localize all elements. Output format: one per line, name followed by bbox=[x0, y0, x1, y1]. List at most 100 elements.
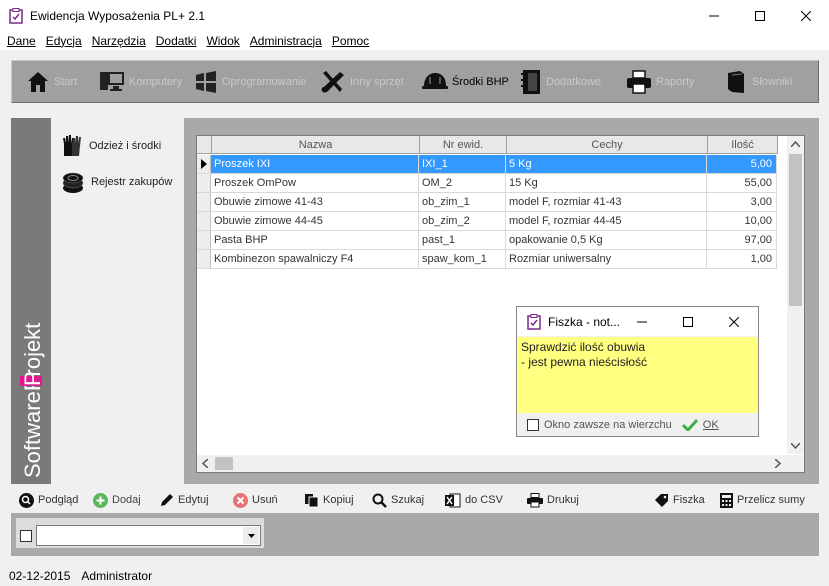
cell-ilosc[interactable]: 10,00 bbox=[707, 212, 777, 230]
menu-pomoc[interactable]: Pomoc bbox=[327, 34, 374, 48]
scroll-left-icon[interactable] bbox=[202, 459, 208, 468]
cell-nazwa[interactable]: Obuwie zimowe 44-45 bbox=[211, 212, 419, 230]
note-label: Fiszka bbox=[673, 494, 705, 506]
vertical-scroll-thumb[interactable] bbox=[789, 154, 802, 306]
toolbar-raporty-button[interactable]: Raporty bbox=[626, 61, 695, 102]
cell-nr-ewid[interactable]: ob_zim_1 bbox=[419, 193, 506, 211]
cell-ilosc[interactable]: 97,00 bbox=[707, 231, 777, 249]
menu-widok[interactable]: Widok bbox=[201, 34, 244, 48]
cell-ilosc[interactable]: 5,00 bbox=[707, 155, 777, 173]
minimize-button[interactable] bbox=[691, 0, 737, 31]
combo-dropdown-button[interactable] bbox=[243, 527, 259, 544]
scroll-up-icon[interactable] bbox=[791, 141, 800, 147]
toolbar-slowniki-label: Słowniki bbox=[752, 75, 793, 88]
filter-checkbox[interactable] bbox=[20, 530, 32, 542]
notebook-icon bbox=[521, 69, 540, 94]
filter-combo[interactable] bbox=[36, 525, 261, 546]
menu-administracja[interactable]: Administracja bbox=[245, 34, 327, 48]
menu-edycja[interactable]: Edycja bbox=[41, 34, 87, 48]
menu-narzedzia[interactable]: Narzędzia bbox=[87, 34, 151, 48]
cell-nr-ewid[interactable]: OM_2 bbox=[419, 174, 506, 192]
table-row[interactable]: Obuwie zimowe 41-43 ob_zim_1 model F, ro… bbox=[197, 193, 777, 212]
cell-cechy[interactable]: model F, rozmiar 44-45 bbox=[506, 212, 707, 230]
column-header-nr-ewid[interactable]: Nr ewid. bbox=[420, 136, 507, 154]
row-indicator bbox=[197, 231, 211, 249]
note-maximize-button[interactable] bbox=[665, 307, 711, 336]
column-header-ilosc[interactable]: Ilość bbox=[708, 136, 778, 154]
print-button[interactable]: Drukuj bbox=[527, 492, 579, 508]
note-close-button[interactable] bbox=[711, 307, 757, 336]
cell-nazwa[interactable]: Proszek OmPow bbox=[211, 174, 419, 192]
close-button[interactable] bbox=[783, 0, 829, 31]
cell-nazwa[interactable]: Proszek IXI bbox=[211, 155, 419, 173]
bottom-toolbar: Podgląd Dodaj Edytuj Usuń Kopiuj Szukaj … bbox=[11, 487, 819, 513]
horizontal-scroll-thumb[interactable] bbox=[215, 457, 233, 470]
preview-button[interactable]: Podgląd bbox=[19, 492, 78, 508]
search-label: Szukaj bbox=[391, 494, 425, 506]
triangle-right-icon bbox=[200, 159, 207, 169]
cell-nr-ewid[interactable]: spaw_kom_1 bbox=[419, 250, 506, 268]
nav-rejestr-zakupow[interactable]: Rejestr zakupów bbox=[61, 170, 172, 194]
menu-dane[interactable]: Dane bbox=[2, 34, 41, 48]
add-label: Dodaj bbox=[112, 494, 141, 506]
filter-inner bbox=[16, 518, 264, 548]
delete-button[interactable]: Usuń bbox=[233, 492, 278, 508]
note-title-bar: Fiszka - not... bbox=[517, 307, 758, 336]
table-row[interactable]: Proszek IXI IXI_1 5 Kg 5,00 bbox=[197, 155, 777, 174]
note-text-area[interactable]: Sprawdzić ilość obuwia - jest pewna nieś… bbox=[518, 337, 758, 413]
column-header-nazwa[interactable]: Nazwa bbox=[212, 136, 420, 154]
nav-odziez-srodki[interactable]: Odzież i środki bbox=[61, 134, 161, 158]
cell-ilosc[interactable]: 55,00 bbox=[707, 174, 777, 192]
note-ok-button[interactable]: OK bbox=[703, 419, 719, 431]
toolbar-dodatkowe-button[interactable]: Dodatkowe bbox=[520, 61, 601, 102]
toolbar-oprogramowanie-button[interactable]: Oprogramowanie bbox=[194, 61, 306, 102]
horizontal-scrollbar[interactable] bbox=[197, 455, 787, 472]
toolbar-slowniki-button[interactable]: Słowniki bbox=[724, 61, 792, 102]
menu-bar: Dane Edycja Narzędzia Dodatki Widok Admi… bbox=[0, 31, 829, 51]
cell-nazwa[interactable]: Obuwie zimowe 41-43 bbox=[211, 193, 419, 211]
pencil-icon bbox=[161, 493, 173, 506]
cell-cechy[interactable]: opakowanie 0,5 Kg bbox=[506, 231, 707, 249]
cell-ilosc[interactable]: 3,00 bbox=[707, 193, 777, 211]
cell-ilosc[interactable]: 1,00 bbox=[707, 250, 777, 268]
cell-nr-ewid[interactable]: IXI_1 bbox=[419, 155, 506, 173]
cell-nazwa[interactable]: Kombinezon spawalniczy F4 bbox=[211, 250, 419, 268]
cell-nr-ewid[interactable]: ob_zim_2 bbox=[419, 212, 506, 230]
always-on-top-checkbox[interactable] bbox=[527, 419, 539, 431]
clipboard-check-icon bbox=[527, 313, 541, 330]
scroll-down-icon[interactable] bbox=[791, 443, 800, 449]
note-button[interactable]: Fiszka bbox=[654, 493, 705, 508]
recalc-button[interactable]: Przelicz sumy bbox=[720, 492, 805, 508]
scroll-corner bbox=[787, 455, 804, 472]
table-row[interactable]: Pasta BHP past_1 opakowanie 0,5 Kg 97,00 bbox=[197, 231, 777, 250]
cell-cechy[interactable]: model F, rozmiar 41-43 bbox=[506, 193, 707, 211]
cell-cechy[interactable]: 5 Kg bbox=[506, 155, 707, 173]
maximize-button[interactable] bbox=[737, 0, 783, 31]
cell-nr-ewid[interactable]: past_1 bbox=[419, 231, 506, 249]
toolbar-srodki-bhp-button[interactable]: Środki BHP bbox=[422, 61, 509, 102]
copy-button[interactable]: Kopiuj bbox=[304, 493, 354, 508]
add-button[interactable]: Dodaj bbox=[93, 492, 141, 508]
note-minimize-button[interactable] bbox=[619, 307, 665, 336]
table-row[interactable]: Kombinezon spawalniczy F4 spaw_kom_1 Roz… bbox=[197, 250, 777, 269]
cell-cechy[interactable]: 15 Kg bbox=[506, 174, 707, 192]
toolbar-inny-sprzet-button[interactable]: Inny sprzęt bbox=[320, 61, 404, 102]
toolbar-start-button[interactable]: Start bbox=[26, 61, 77, 102]
minimize-icon bbox=[637, 321, 647, 322]
search-button[interactable]: Szukaj bbox=[372, 493, 424, 508]
scroll-right-icon[interactable] bbox=[775, 459, 781, 468]
status-user: Administrator bbox=[81, 568, 153, 583]
cell-nazwa[interactable]: Pasta BHP bbox=[211, 231, 419, 249]
menu-dodatki[interactable]: Dodatki bbox=[151, 34, 202, 48]
csv-export-button[interactable]: do CSV bbox=[445, 493, 503, 508]
cell-cechy[interactable]: Rozmiar uniwersalny bbox=[506, 250, 707, 268]
edit-button[interactable]: Edytuj bbox=[159, 493, 209, 508]
vertical-scrollbar[interactable] bbox=[787, 136, 804, 454]
row-indicator-arrow bbox=[197, 155, 211, 173]
column-header-cechy[interactable]: Cechy bbox=[507, 136, 708, 154]
toolbar-komputery-button[interactable]: Komputery bbox=[99, 61, 182, 102]
table-row[interactable]: Proszek OmPow OM_2 15 Kg 55,00 bbox=[197, 174, 777, 193]
note-footer: Okno zawsze na wierzchu OK bbox=[517, 413, 758, 437]
checkmark-icon bbox=[681, 419, 698, 431]
table-row[interactable]: Obuwie zimowe 44-45 ob_zim_2 model F, ro… bbox=[197, 212, 777, 231]
